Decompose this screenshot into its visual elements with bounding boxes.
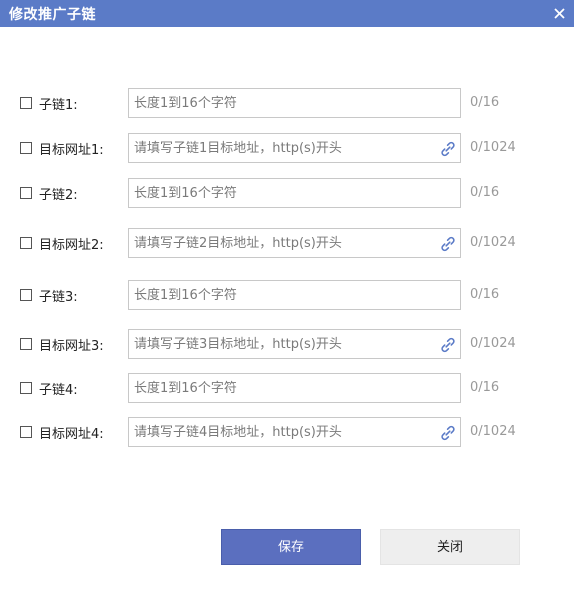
sublink-3-field [128, 280, 461, 310]
sublink-1-counter: 0/16 [470, 95, 500, 110]
sublink-3-checkbox[interactable] [20, 289, 32, 301]
sublink-4-field [128, 373, 461, 403]
close-button[interactable]: 关闭 [380, 529, 520, 565]
target-url-4-counter: 0/1024 [470, 424, 516, 439]
sublink-2-checkbox[interactable] [20, 187, 32, 199]
target-url-4-label: 目标网址4: [39, 427, 104, 442]
sublink-2-input[interactable] [129, 179, 460, 207]
target-url-3-input[interactable] [129, 330, 460, 358]
link-icon[interactable] [438, 234, 458, 254]
save-button[interactable]: 保存 [221, 529, 361, 565]
sublink-2-counter: 0/16 [470, 185, 500, 200]
target-url-2-checkbox[interactable] [20, 237, 32, 249]
target-url-1-input[interactable] [129, 134, 460, 162]
target-url-2-counter: 0/1024 [470, 235, 516, 250]
target-url-1-label: 目标网址1: [39, 143, 104, 158]
form-row-target-url-2: 目标网址2: 0/1024 [0, 228, 574, 258]
sublink-4-counter: 0/16 [470, 380, 500, 395]
form-row-target-url-1: 目标网址1: 0/1024 [0, 133, 574, 163]
link-icon[interactable] [438, 335, 458, 355]
target-url-3-label: 目标网址3: [39, 339, 104, 354]
sublink-2-field [128, 178, 461, 208]
dialog-title: 修改推广子链 [9, 7, 96, 23]
sublink-3-label: 子链3: [39, 290, 78, 305]
target-url-4-field [128, 417, 461, 447]
target-url-2-input[interactable] [129, 229, 460, 257]
target-url-1-counter: 0/1024 [470, 140, 516, 155]
sublink-1-input[interactable] [129, 89, 460, 117]
sublink-4-input[interactable] [129, 374, 460, 402]
sublink-1-label: 子链1: [39, 98, 78, 113]
form-row-target-url-4: 目标网址4: 0/1024 [0, 417, 574, 447]
link-icon[interactable] [438, 139, 458, 159]
target-url-2-field [128, 228, 461, 258]
sublink-3-counter: 0/16 [470, 287, 500, 302]
dialog-titlebar: 修改推广子链 [0, 0, 574, 27]
form-row-sublink-1: 子链1: 0/16 [0, 88, 574, 118]
sublink-3-input[interactable] [129, 281, 460, 309]
target-url-4-input[interactable] [129, 418, 460, 446]
form-row-sublink-2: 子链2: 0/16 [0, 178, 574, 208]
link-icon[interactable] [438, 423, 458, 443]
target-url-4-checkbox[interactable] [20, 426, 32, 438]
form-row-sublink-3: 子链3: 0/16 [0, 280, 574, 310]
sublink-1-field [128, 88, 461, 118]
target-url-3-field [128, 329, 461, 359]
sublink-1-checkbox[interactable] [20, 97, 32, 109]
target-url-3-checkbox[interactable] [20, 338, 32, 350]
form-row-sublink-4: 子链4: 0/16 [0, 373, 574, 403]
form-row-target-url-3: 目标网址3: 0/1024 [0, 329, 574, 359]
target-url-3-counter: 0/1024 [470, 336, 516, 351]
target-url-1-checkbox[interactable] [20, 142, 32, 154]
sublink-4-checkbox[interactable] [20, 382, 32, 394]
target-url-2-label: 目标网址2: [39, 238, 104, 253]
sublink-2-label: 子链2: [39, 188, 78, 203]
target-url-1-field [128, 133, 461, 163]
close-icon[interactable] [551, 5, 568, 22]
sublink-4-label: 子链4: [39, 383, 78, 398]
